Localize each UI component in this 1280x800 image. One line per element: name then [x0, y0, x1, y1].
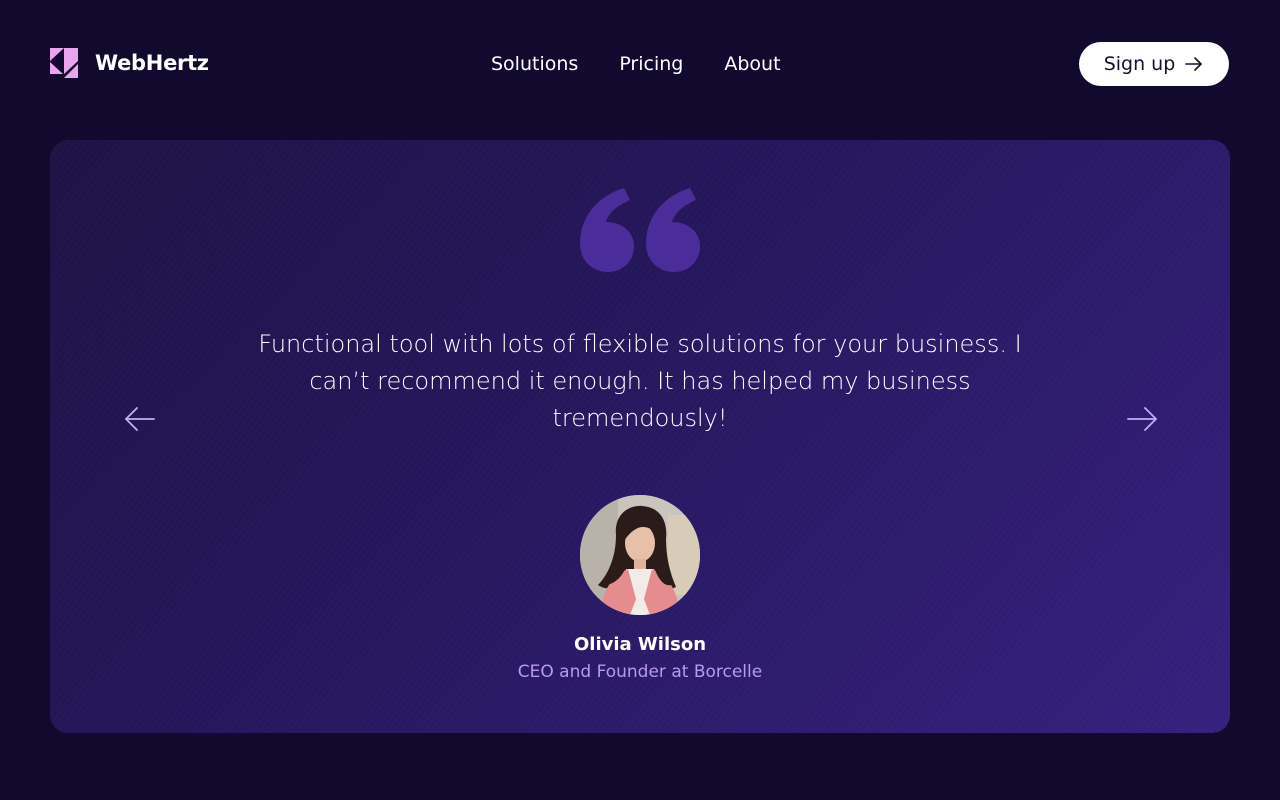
quote-mark-icon: [580, 188, 700, 272]
arrow-right-icon: [1127, 407, 1157, 431]
arrow-right-icon: [1185, 57, 1203, 71]
testimonial-quote: Functional tool with lots of flexible so…: [258, 330, 1022, 432]
signup-label: Sign up: [1103, 53, 1176, 75]
nav-link-about[interactable]: About: [724, 51, 780, 77]
previous-testimonial-button[interactable]: [123, 404, 157, 434]
nav-link-pricing[interactable]: Pricing: [619, 51, 683, 77]
author-name: Olivia Wilson: [573, 634, 707, 655]
arrow-left-icon: [125, 407, 155, 431]
main-nav: Solutions Pricing About: [491, 51, 781, 77]
nav-link-solutions[interactable]: Solutions: [491, 51, 578, 77]
signup-button[interactable]: Sign up: [1079, 42, 1229, 86]
author-photo: [580, 495, 700, 615]
brand-home-link[interactable]: WebHertz: [50, 48, 209, 78]
testimonial-card: Functional tool with lots of flexible so…: [50, 140, 1230, 733]
author-avatar: [580, 495, 700, 615]
site-header: WebHertz Solutions Pricing About Sign up: [0, 0, 1280, 128]
next-testimonial-button[interactable]: [1125, 404, 1159, 434]
webhertz-logo-icon: [50, 48, 78, 78]
brand-name: WebHertz: [95, 51, 209, 75]
author-role: CEO and Founder at Borcelle: [517, 662, 763, 682]
